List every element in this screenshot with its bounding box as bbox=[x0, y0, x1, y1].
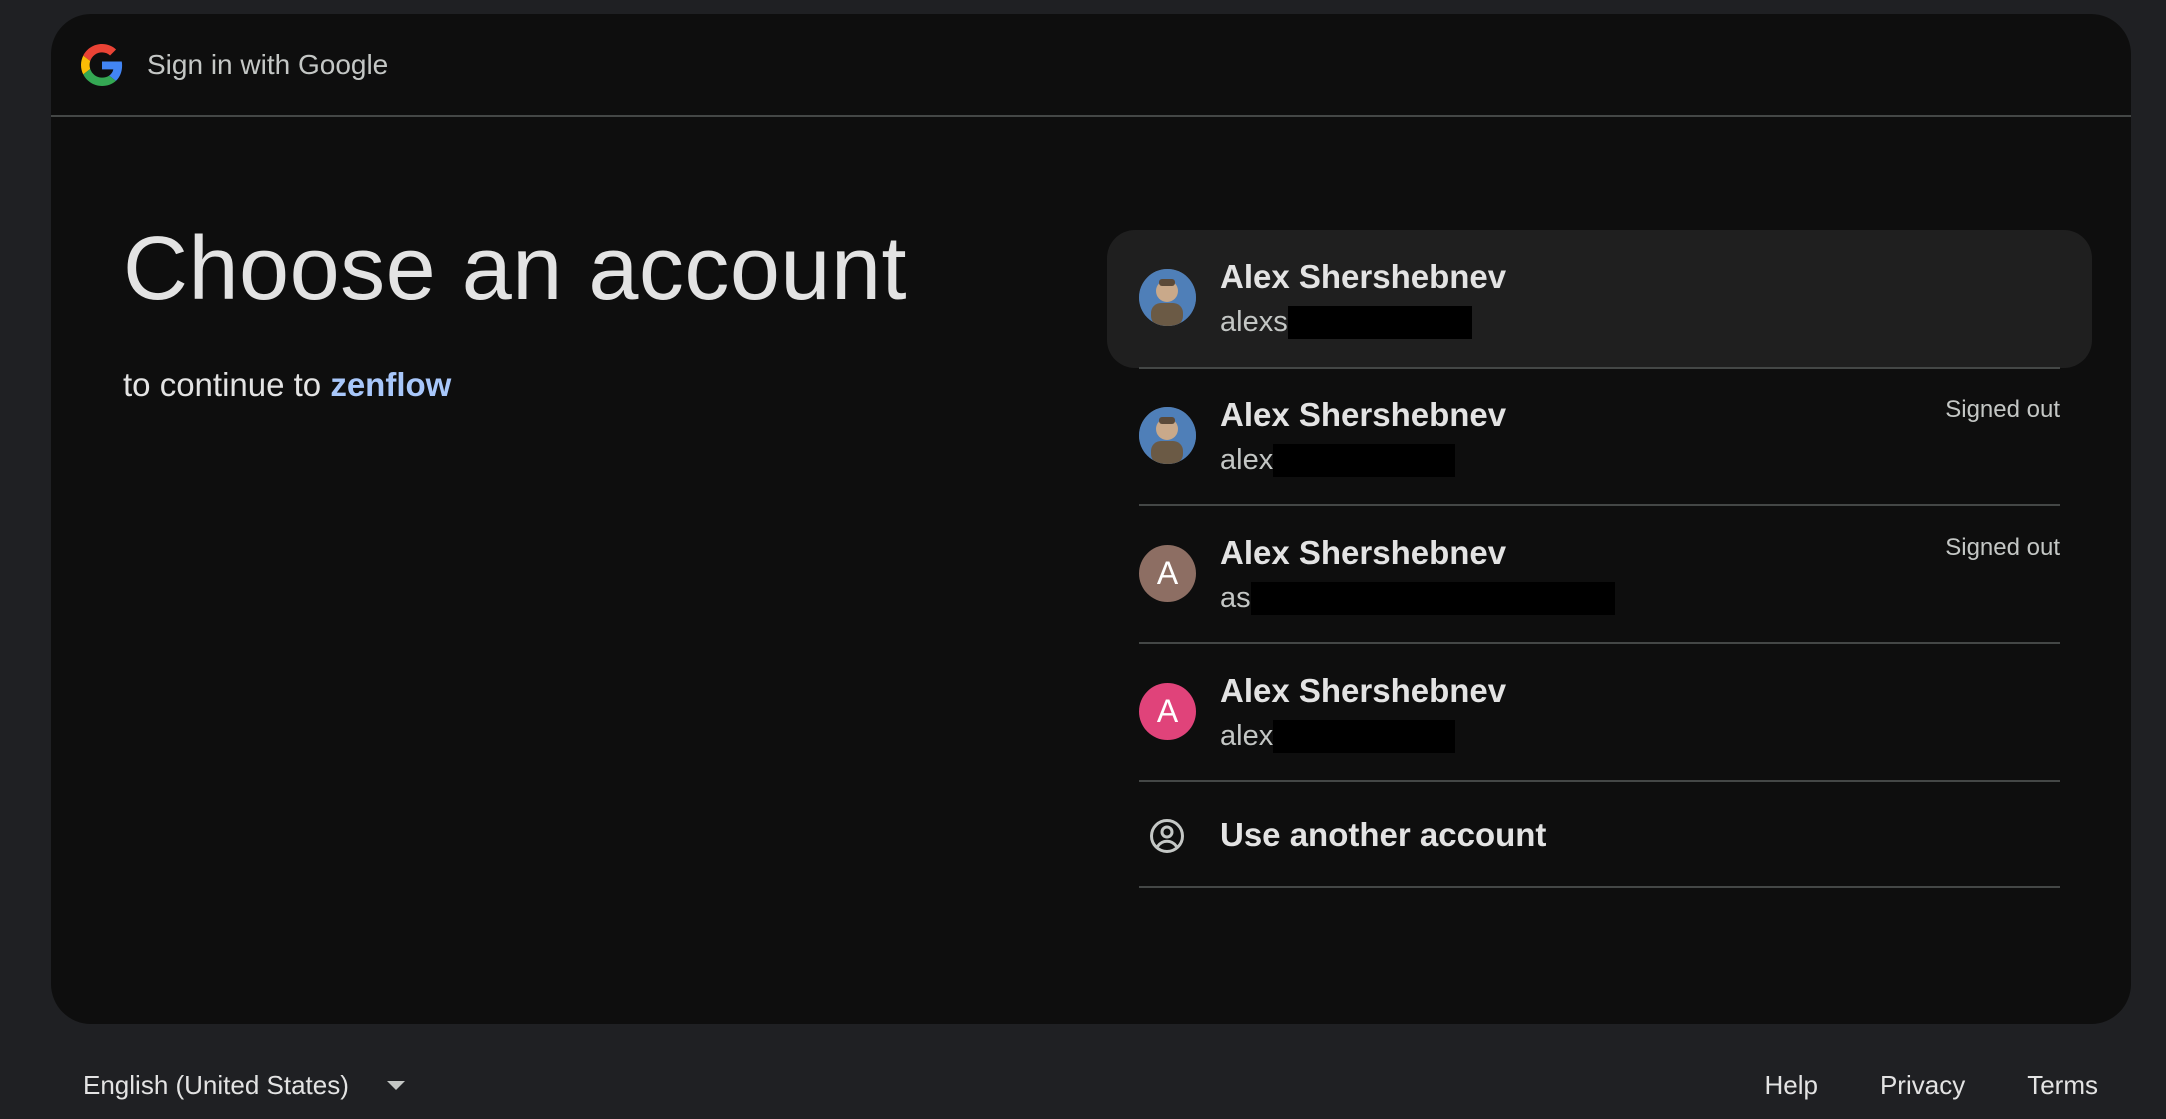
terms-link[interactable]: Terms bbox=[2027, 1070, 2098, 1101]
header-title: Sign in with Google bbox=[147, 48, 389, 80]
sign-in-card: Sign in with Google Choose an account to… bbox=[51, 14, 2131, 1024]
account-list: Alex Shershebnev alexs Alex Shershebnev bbox=[1107, 230, 2092, 888]
google-g-icon bbox=[81, 43, 123, 86]
account-email-visible: alex bbox=[1220, 720, 1274, 752]
account-name: Alex Shershebnev bbox=[1220, 672, 1507, 709]
signed-out-status: Signed out bbox=[1945, 396, 2060, 423]
account-item[interactable]: A Alex Shershebnev as Signed out bbox=[1107, 506, 2092, 644]
account-text: Alex Shershebnev as bbox=[1220, 534, 1615, 615]
account-name: Alex Shershebnev bbox=[1220, 258, 1507, 295]
card-header: Sign in with Google bbox=[51, 14, 2131, 117]
account-item[interactable]: Alex Shershebnev alexs bbox=[1107, 230, 2092, 369]
help-link[interactable]: Help bbox=[1764, 1070, 1817, 1101]
email-redaction bbox=[1287, 306, 1472, 339]
subtitle-prefix: to continue to bbox=[123, 366, 322, 403]
account-email: alex bbox=[1220, 444, 1506, 477]
account-email: alex bbox=[1220, 720, 1506, 753]
intro-section: Choose an account to continue to zenflow bbox=[123, 224, 907, 404]
app-name-link[interactable]: zenflow bbox=[330, 366, 451, 403]
email-redaction bbox=[1250, 582, 1615, 615]
account-text: Alex Shershebnev alexs bbox=[1220, 258, 1506, 339]
footer-links: Help Privacy Terms bbox=[1764, 1070, 2098, 1101]
account-email: as bbox=[1220, 582, 1615, 615]
account-item[interactable]: A Alex Shershebnev alex bbox=[1107, 644, 2092, 782]
account-name: Alex Shershebnev bbox=[1220, 534, 1507, 571]
email-redaction bbox=[1273, 720, 1456, 753]
account-text: Alex Shershebnev alex bbox=[1220, 672, 1506, 753]
continue-subtitle: to continue to zenflow bbox=[123, 366, 907, 404]
account-text: Alex Shershebnev alex bbox=[1220, 396, 1506, 477]
language-label: English (United States) bbox=[83, 1070, 349, 1100]
caret-down-icon bbox=[386, 1081, 405, 1090]
avatar: A bbox=[1139, 683, 1196, 740]
account-email-visible: alex bbox=[1220, 444, 1274, 476]
use-another-account-button[interactable]: Use another account bbox=[1107, 782, 2092, 888]
account-item[interactable]: Alex Shershebnev alex Signed out bbox=[1107, 368, 2092, 506]
language-selector[interactable]: English (United States) bbox=[83, 1070, 405, 1101]
avatar bbox=[1139, 407, 1196, 464]
footer: English (United States) Help Privacy Ter… bbox=[0, 1060, 2166, 1110]
profile-photo-icon bbox=[1139, 269, 1196, 326]
signed-out-status: Signed out bbox=[1945, 534, 2060, 561]
profile-photo-icon bbox=[1139, 407, 1196, 464]
account-name: Alex Shershebnev bbox=[1220, 396, 1507, 433]
account-email: alexs bbox=[1220, 306, 1506, 339]
privacy-link[interactable]: Privacy bbox=[1880, 1070, 1965, 1101]
account-circle-icon bbox=[1149, 818, 1185, 854]
divider bbox=[1139, 886, 2060, 888]
page-title: Choose an account bbox=[123, 219, 908, 319]
avatar: A bbox=[1139, 545, 1196, 602]
email-redaction bbox=[1273, 444, 1456, 477]
account-email-visible: alexs bbox=[1220, 306, 1288, 338]
account-email-visible: as bbox=[1220, 582, 1251, 614]
avatar bbox=[1139, 269, 1196, 326]
use-another-account-label: Use another account bbox=[1220, 816, 1547, 853]
